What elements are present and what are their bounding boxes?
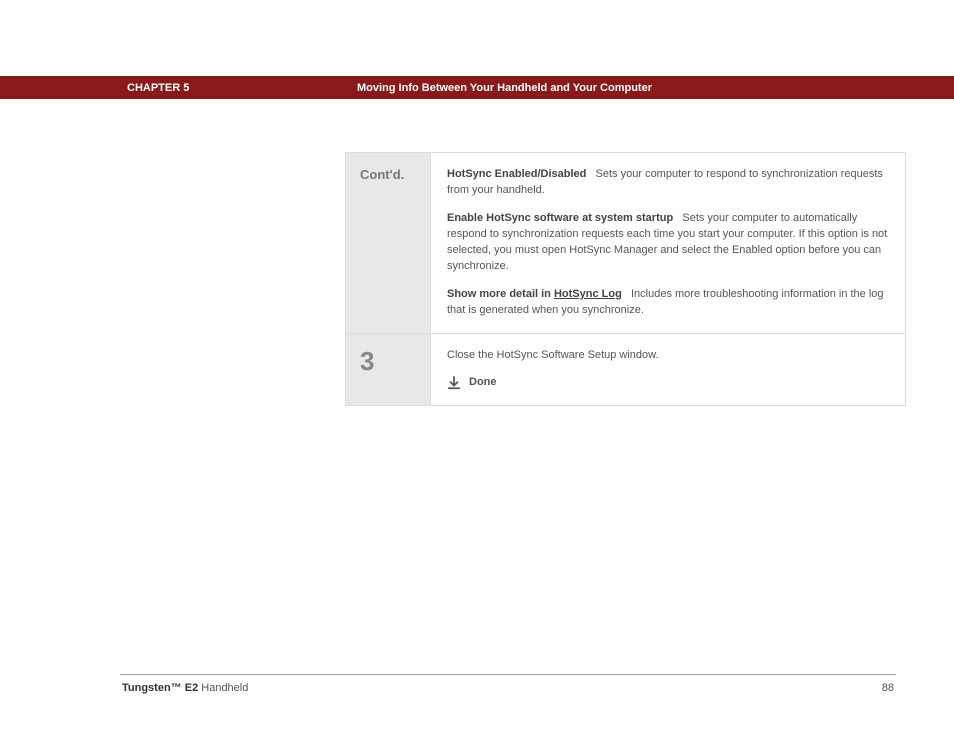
done-indicator: Done (447, 375, 893, 391)
option-title-prefix: Show more detail in (447, 288, 554, 300)
step-number-cell: 3 (346, 334, 430, 406)
option-show-detail: Show more detail in HotSync Log Includes… (447, 287, 893, 319)
option-title: HotSync Enabled/Disabled (447, 168, 586, 180)
footer-product: Tungsten™ E2 Handheld (122, 682, 248, 694)
download-done-icon (447, 376, 461, 390)
option-title: Enable HotSync software at system startu… (447, 212, 673, 224)
chapter-title: Moving Info Between Your Handheld and Yo… (357, 82, 652, 94)
footer-brand: Tungsten™ E2 (122, 682, 198, 694)
step-content-cell: Close the HotSync Software Setup window.… (430, 334, 905, 406)
step-number: 3 (360, 346, 374, 376)
step-label-cell: Cont'd. (346, 153, 430, 333)
step-instruction: Close the HotSync Software Setup window. (447, 348, 893, 364)
step-content-cell: HotSync Enabled/Disabled Sets your compu… (430, 153, 905, 333)
option-enable-startup: Enable HotSync software at system startu… (447, 211, 893, 275)
chapter-label: CHAPTER 5 (127, 82, 189, 94)
footer-suffix: Handheld (198, 682, 248, 694)
step-contd-label: Cont'd. (360, 167, 404, 182)
done-label: Done (469, 375, 497, 391)
footer-page-number: 88 (882, 682, 894, 694)
step-row-3: 3 Close the HotSync Software Setup windo… (346, 334, 905, 406)
step-row-contd: Cont'd. HotSync Enabled/Disabled Sets yo… (346, 153, 905, 334)
steps-table: Cont'd. HotSync Enabled/Disabled Sets yo… (345, 152, 906, 406)
option-hotsync-enabled: HotSync Enabled/Disabled Sets your compu… (447, 167, 893, 199)
hotsync-log-link[interactable]: HotSync Log (554, 288, 622, 300)
footer-rule (120, 674, 896, 675)
chapter-header-bar: CHAPTER 5 Moving Info Between Your Handh… (0, 76, 954, 99)
